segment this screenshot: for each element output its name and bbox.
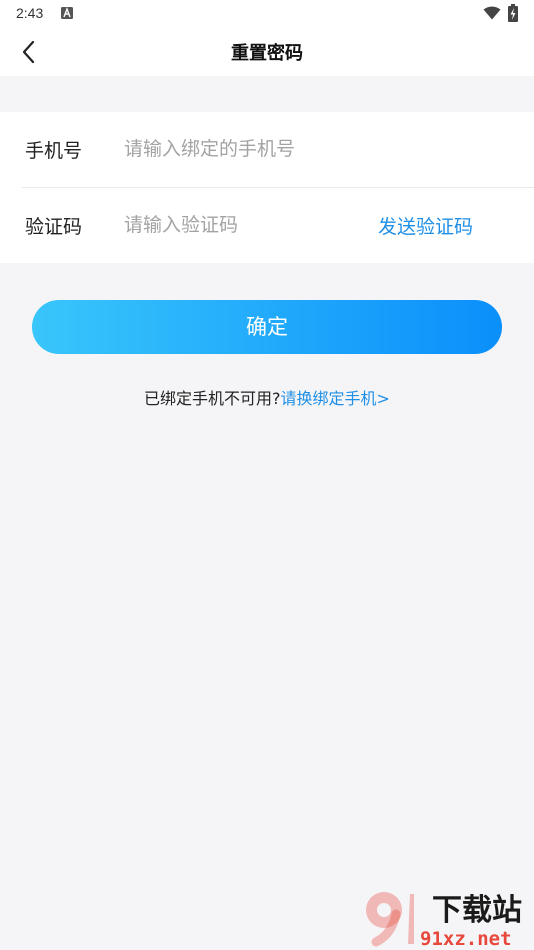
confirm-button[interactable]: 确定	[32, 300, 502, 354]
status-bar: 2:43	[0, 0, 534, 28]
watermark-logo: 下载站 91xz.net	[366, 892, 522, 950]
bottom-tip: 已绑定手机不可用?请换绑定手机>	[0, 385, 534, 409]
a-letter-icon	[61, 7, 73, 19]
watermark-brand-text: 下载站	[432, 893, 522, 928]
page-title: 重置密码	[231, 43, 303, 64]
phone-label: 手机号	[25, 140, 83, 162]
code-input[interactable]	[124, 207, 364, 243]
status-time: 2:43	[16, 5, 44, 21]
code-label: 验证码	[25, 216, 83, 238]
wifi-icon	[483, 6, 501, 20]
change-phone-link[interactable]: 请换绑定手机>	[281, 389, 390, 408]
phone-row: 手机号	[0, 112, 534, 187]
nav-bar: 重置密码	[0, 28, 534, 76]
phone-input[interactable]	[124, 131, 504, 167]
reset-password-form: 手机号 验证码 发送验证码	[0, 112, 534, 263]
tip-text: 已绑定手机不可用?	[144, 389, 281, 408]
code-row: 验证码 发送验证码	[0, 188, 534, 263]
send-code-button[interactable]: 发送验证码	[378, 212, 473, 239]
watermark-site-text: 91xz.net	[420, 928, 512, 950]
battery-charging-icon	[508, 4, 518, 22]
